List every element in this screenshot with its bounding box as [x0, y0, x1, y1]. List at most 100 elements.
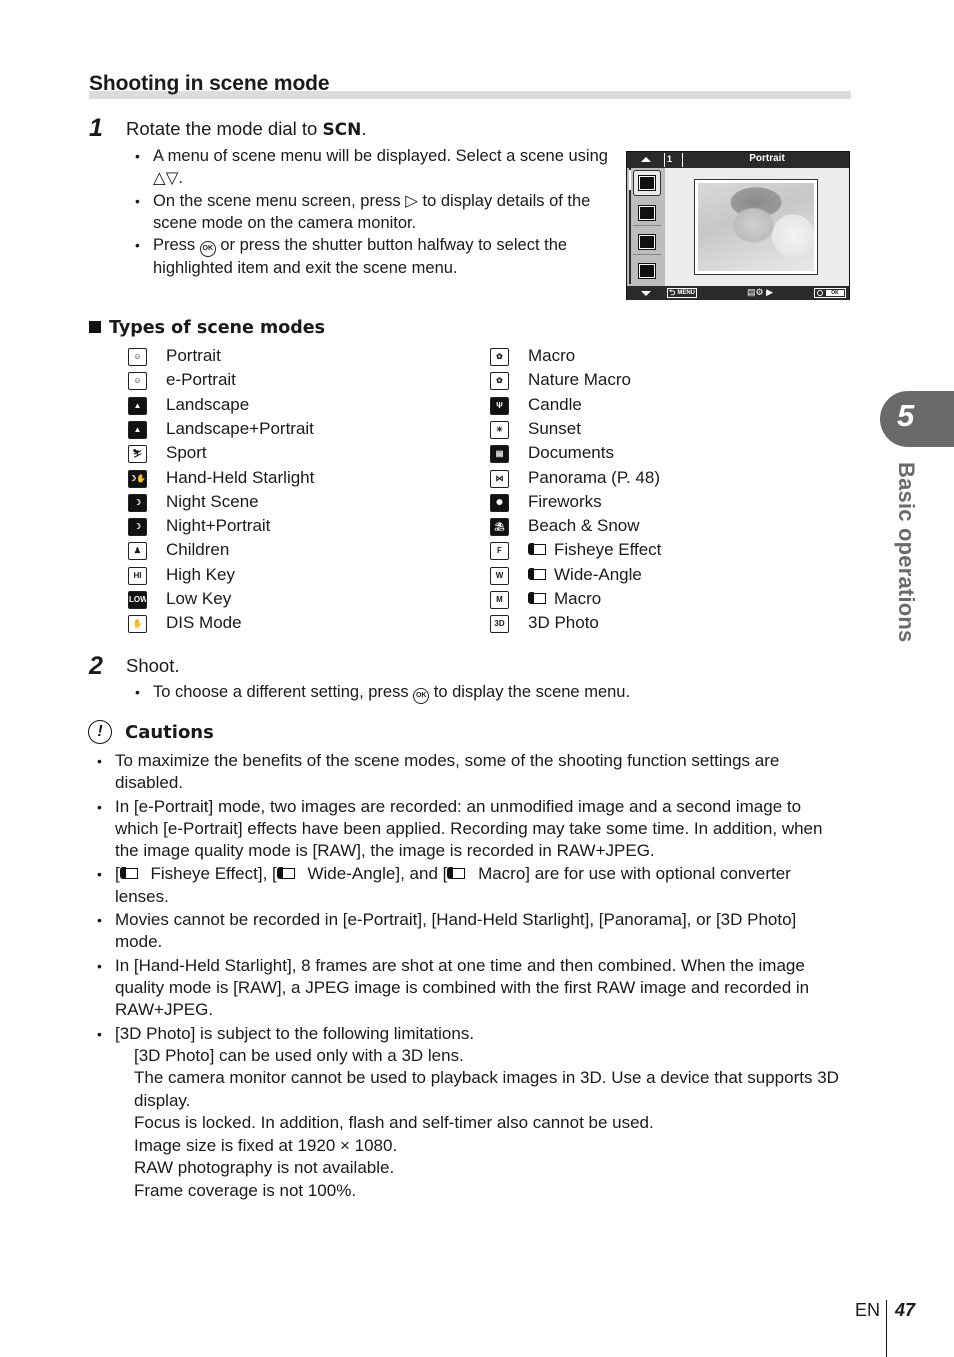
caution-item: In [Hand-Held Starlight], 8 frames are s… — [97, 955, 842, 1022]
panorama-icon: ⋈ — [490, 469, 509, 488]
step-1-text-suffix: . — [361, 118, 367, 139]
hand-held-starlight-icon: ☽✋ — [128, 469, 147, 488]
square-bullet-icon — [89, 321, 101, 333]
portrait-icon — [638, 175, 656, 191]
step-1-number: 1 — [89, 114, 103, 142]
cautions-list: To maximize the benefits of the scene mo… — [97, 750, 842, 1203]
caution-item: [3D Photo] is subject to the following l… — [97, 1023, 842, 1203]
step-1-text: Rotate the mode dial to SCN. — [126, 118, 367, 140]
caution-item: In [e-Portrait] mode, two images are rec… — [97, 796, 842, 863]
3d-photo-limitations: [3D Photo] can be used only with a 3D le… — [115, 1045, 842, 1203]
scrollbar-thumb — [629, 170, 631, 190]
scene-mode-label: Children — [166, 540, 230, 560]
scene-mode-label: Documents — [528, 443, 614, 463]
scene-mode-label: Candle — [528, 394, 582, 414]
scene-list — [627, 168, 665, 286]
high-key-icon: HI — [128, 566, 147, 585]
step-1-bullets: A menu of scene menu will be displayed. … — [135, 145, 615, 279]
scene-mode-label: Sport — [166, 443, 207, 463]
step-1-bullet: Press OK or press the shutter button hal… — [135, 234, 615, 279]
page-number: 47 — [895, 1300, 916, 1320]
converter-lens-icon — [447, 866, 467, 880]
scene-mode-label: DIS Mode — [166, 613, 242, 633]
landscape-icon — [638, 233, 656, 250]
scene-mode-label: 3D Photo — [528, 613, 599, 633]
limitation-line: The camera monitor cannot be used to pla… — [134, 1068, 839, 1110]
menu-back-button-icon: ⮌ MENU — [667, 288, 697, 298]
up-down-arrows-icon: △▽ — [153, 168, 179, 188]
scene-mode-label: Beach & Snow — [528, 516, 640, 536]
cautions-heading: Cautions — [125, 722, 214, 743]
converter-macro-icon: M — [490, 591, 509, 609]
scene-index: 1 — [667, 154, 673, 164]
chapter-label: Basic operations — [894, 462, 919, 643]
scene-mode-label: e-Portrait — [166, 370, 236, 390]
footer-divider — [886, 1300, 887, 1357]
scene-mode-label: Low Key — [166, 589, 232, 608]
beach-snow-icon: ⛱ — [490, 518, 509, 537]
scene-item-landscape — [633, 229, 661, 255]
info-settings-icon: ▤⚙ ▶ — [747, 287, 773, 297]
scene-mode-label: Nature Macro — [528, 370, 631, 390]
limitation-line: RAW photography is not available. — [134, 1158, 395, 1178]
converter-lens-icon — [528, 542, 548, 556]
landscape-icon: ▲ — [128, 396, 147, 415]
landscape-portrait-icon — [638, 263, 656, 279]
scene-mode-label: Wide-Angle — [554, 564, 642, 584]
fireworks-icon: ✺ — [490, 493, 509, 512]
scene-mode-label: Hand-Held Starlight — [166, 467, 315, 487]
portrait-sample-photo — [694, 179, 818, 275]
ok-button-icon: OK — [413, 688, 430, 704]
caution-item: To maximize the benefits of the scene mo… — [97, 750, 842, 795]
step-2-bullets: To choose a different setting, press OK … — [135, 681, 835, 704]
landscape-portrait-icon: ▲ — [128, 420, 147, 439]
step-2-number: 2 — [89, 652, 103, 680]
scene-mode-label: Night+Portrait — [166, 516, 271, 536]
scn-mode-label: SCN — [322, 120, 362, 140]
converter-lens-icon — [528, 567, 548, 581]
right-arrow-icon: ▷ — [405, 190, 418, 210]
low-key-icon: LOW — [128, 591, 147, 609]
wide-angle-icon: W — [490, 566, 509, 585]
e-portrait-icon — [638, 204, 656, 221]
step-2-text: Shoot. — [126, 655, 180, 676]
scene-preview-area — [665, 168, 849, 286]
up-arrow-icon — [641, 157, 651, 162]
scene-mode-label: Macro — [528, 346, 576, 365]
section-title: Shooting in scene mode — [89, 72, 330, 95]
scene-mode-label: Landscape+Portrait — [166, 418, 314, 438]
scene-mode-label: High Key — [166, 564, 235, 584]
limitation-line: [3D Photo] can be used only with a 3D le… — [134, 1045, 464, 1065]
children-icon: ♟ — [128, 542, 147, 561]
camera-screen-illustration: 1 Portrait ⮌ MENU ▤⚙ ▶ OK — [626, 151, 850, 300]
portrait-icon: ☺ — [128, 348, 147, 366]
language-code: EN — [855, 1300, 881, 1320]
camera-screen-footer: ⮌ MENU ▤⚙ ▶ OK — [627, 286, 849, 300]
candle-icon: Ψ — [490, 396, 509, 415]
converter-lens-icon — [119, 866, 140, 880]
converter-lens-icon — [528, 591, 548, 605]
macro-icon: ✿ — [490, 348, 509, 366]
ok-button-icon: OK — [199, 241, 216, 258]
camera-screen-header: 1 Portrait — [627, 152, 849, 168]
chapter-tab — [880, 391, 954, 447]
caution-item: Movies cannot be recorded in [e-Portrait… — [97, 909, 842, 954]
scene-mode-label: Landscape — [166, 394, 250, 414]
caution-icon: ! — [88, 720, 112, 744]
limitation-line: Focus is locked. In addition, flash and … — [134, 1113, 654, 1133]
step-1-text-prefix: Rotate the mode dial to — [126, 118, 323, 139]
limitation-line: Image size is fixed at 1920 × 1080. — [134, 1135, 398, 1155]
scene-item-landscape-portrait — [633, 258, 661, 284]
nature-macro-icon: ✿ — [490, 372, 509, 391]
scene-mode-label: Macro — [554, 589, 602, 608]
limitation-line: Frame coverage is not 100%. — [134, 1180, 357, 1200]
scene-mode-label: Fireworks — [528, 491, 602, 511]
scene-mode-label: Night Scene — [166, 491, 259, 511]
down-arrow-icon — [641, 291, 651, 296]
step-1-bullet: On the scene menu screen, press ▷ to dis… — [135, 190, 615, 235]
night-portrait-icon: ☽ — [128, 518, 147, 537]
scene-item-portrait — [633, 170, 661, 196]
fisheye-effect-icon: F — [490, 542, 509, 561]
night-scene-icon: ☽ — [128, 493, 147, 512]
sport-icon: ⛷ — [128, 445, 147, 464]
